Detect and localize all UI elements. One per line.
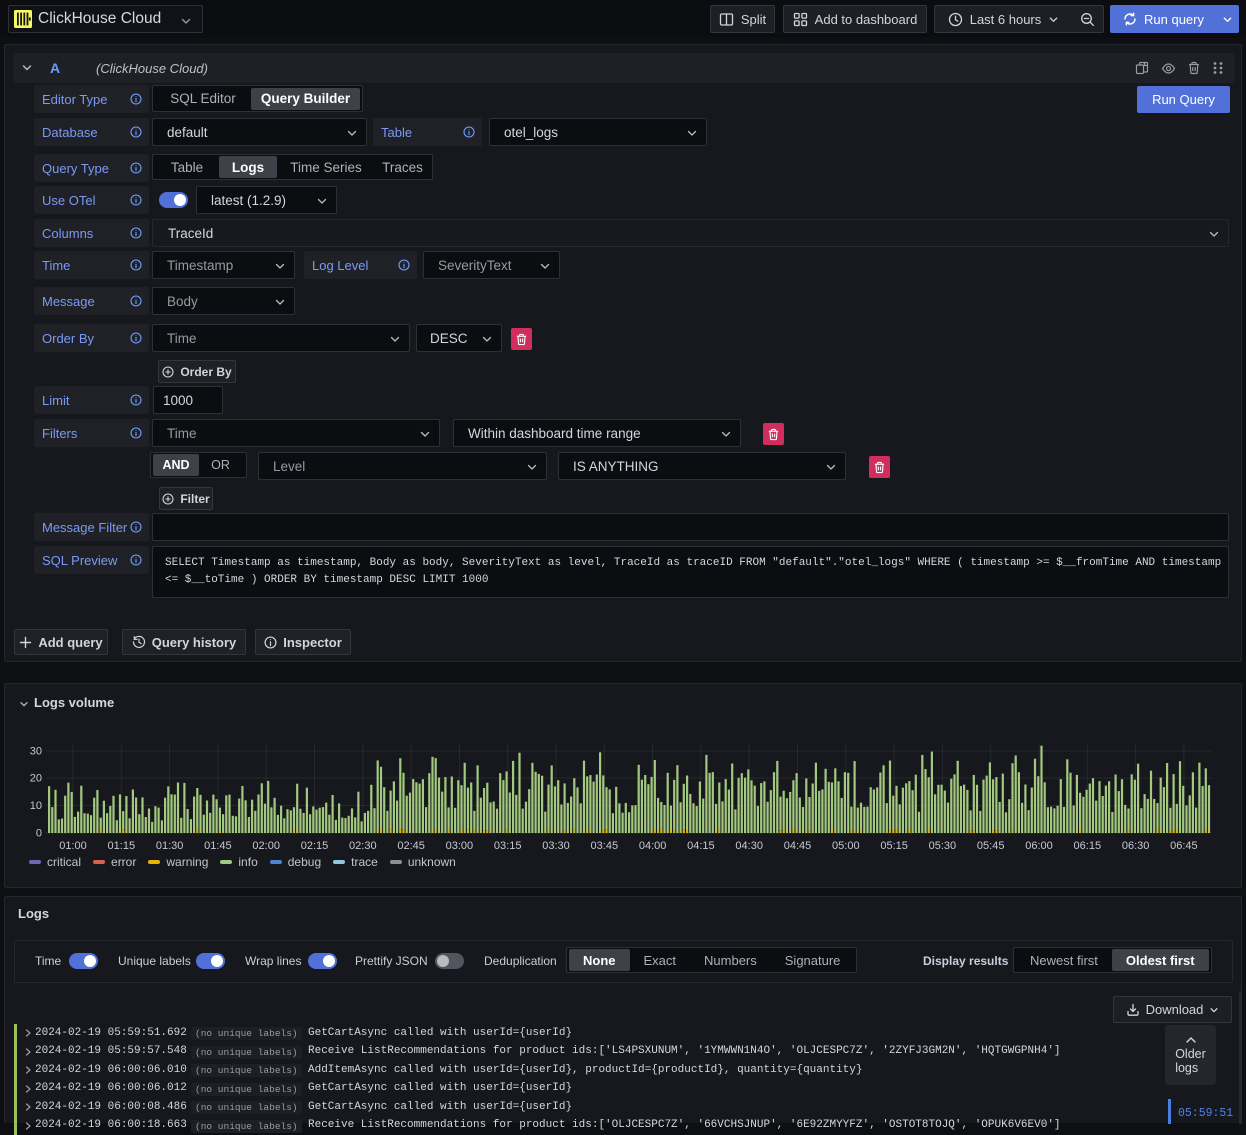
svg-text:05:15: 05:15	[880, 840, 908, 852]
svg-text:02:00: 02:00	[252, 840, 280, 852]
svg-text:02:30: 02:30	[349, 840, 377, 852]
svg-text:04:30: 04:30	[735, 840, 763, 852]
svg-text:20: 20	[30, 773, 42, 785]
svg-text:04:45: 04:45	[784, 840, 812, 852]
svg-text:0: 0	[36, 828, 42, 840]
svg-text:06:00: 06:00	[1025, 840, 1053, 852]
svg-text:03:00: 03:00	[446, 840, 474, 852]
svg-text:02:15: 02:15	[301, 840, 329, 852]
svg-text:02:45: 02:45	[397, 840, 425, 852]
svg-text:03:45: 03:45	[591, 840, 619, 852]
svg-text:01:30: 01:30	[156, 840, 184, 852]
svg-text:05:45: 05:45	[977, 840, 1005, 852]
svg-text:03:15: 03:15	[494, 840, 522, 852]
svg-text:10: 10	[30, 800, 42, 812]
svg-text:05:00: 05:00	[832, 840, 860, 852]
svg-text:05:30: 05:30	[929, 840, 957, 852]
svg-text:01:45: 01:45	[204, 840, 232, 852]
svg-text:30: 30	[30, 746, 42, 758]
svg-text:04:00: 04:00	[639, 840, 667, 852]
svg-text:03:30: 03:30	[542, 840, 570, 852]
svg-text:01:15: 01:15	[108, 840, 136, 852]
svg-text:01:00: 01:00	[59, 840, 87, 852]
svg-text:06:45: 06:45	[1170, 840, 1198, 852]
svg-text:06:30: 06:30	[1122, 840, 1150, 852]
svg-text:06:15: 06:15	[1074, 840, 1102, 852]
svg-text:04:15: 04:15	[687, 840, 715, 852]
